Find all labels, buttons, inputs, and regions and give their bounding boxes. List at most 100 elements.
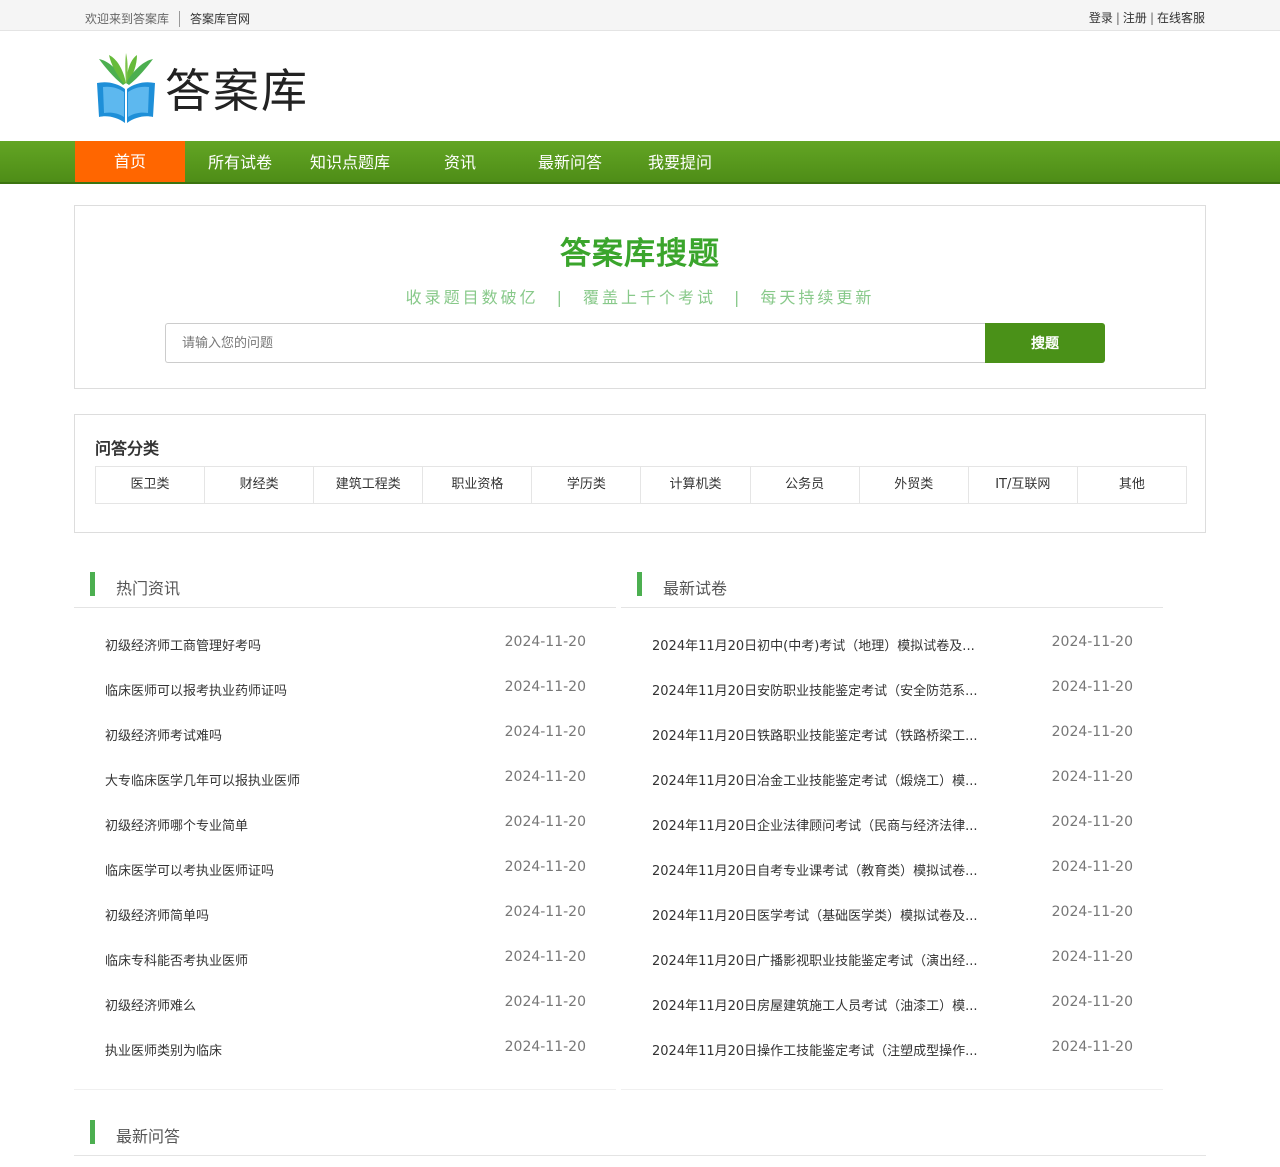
- category-other[interactable]: 其他: [1078, 467, 1186, 503]
- latest-qa-section: 最新问答: [74, 1120, 1206, 1160]
- paper-item[interactable]: 2024年11月20日企业法律顾问考试（民商与经济法律... 2024-11-20: [621, 802, 1163, 847]
- site-logo[interactable]: 答案库: [95, 53, 309, 123]
- item-date: 2024-11-20: [504, 769, 586, 785]
- item-title-link[interactable]: 大专临床医学几年可以报执业医师: [105, 770, 300, 789]
- paper-item[interactable]: 2024年11月20日操作工技能鉴定考试（注塑成型操作... 2024-11-20: [621, 1027, 1163, 1072]
- paper-item[interactable]: 2024年11月20日冶金工业技能鉴定考试（煅烧工）模... 2024-11-20: [621, 757, 1163, 802]
- category-it-internet[interactable]: IT/互联网: [969, 467, 1078, 503]
- item-title-link[interactable]: 临床医师可以报考执业药师证吗: [105, 680, 287, 699]
- search-input[interactable]: [165, 323, 987, 363]
- item-title-link[interactable]: 2024年11月20日操作工技能鉴定考试（注塑成型操作...: [652, 1040, 978, 1059]
- paper-item[interactable]: 2024年11月20日铁路职业技能鉴定考试（铁路桥梁工... 2024-11-20: [621, 712, 1163, 757]
- paper-item[interactable]: 2024年11月20日安防职业技能鉴定考试（安全防范系... 2024-11-20: [621, 667, 1163, 712]
- item-title-link[interactable]: 初级经济师哪个专业简单: [105, 815, 248, 834]
- section-header: 热门资讯: [74, 572, 616, 608]
- item-title-link[interactable]: 2024年11月20日安防职业技能鉴定考试（安全防范系...: [652, 680, 978, 699]
- category-foreign-trade[interactable]: 外贸类: [860, 467, 969, 503]
- item-title-link[interactable]: 初级经济师工商管理好考吗: [105, 635, 261, 654]
- item-date: 2024-11-20: [1051, 1039, 1133, 1055]
- category-finance[interactable]: 财经类: [205, 467, 315, 503]
- news-item[interactable]: 初级经济师工商管理好考吗 2024-11-20: [74, 622, 616, 667]
- item-date: 2024-11-20: [1051, 904, 1133, 920]
- item-date: 2024-11-20: [1051, 859, 1133, 875]
- item-title-link[interactable]: 初级经济师简单吗: [105, 905, 209, 924]
- item-title-link[interactable]: 2024年11月20日广播影视职业技能鉴定考试（演出经...: [652, 950, 978, 969]
- search-feature-2: 覆盖上千个考试: [582, 288, 716, 307]
- search-title: 答案库搜题: [560, 236, 720, 272]
- paper-item[interactable]: 2024年11月20日医学考试（基础医学类）模拟试卷及... 2024-11-20: [621, 892, 1163, 937]
- divider: [179, 10, 181, 27]
- section-title: 热门资讯: [116, 579, 181, 598]
- category-construction[interactable]: 建筑工程类: [314, 467, 424, 503]
- item-title-link[interactable]: 2024年11月20日初中(中考)考试（地理）模拟试卷及...: [652, 635, 975, 654]
- item-date: 2024-11-20: [1051, 634, 1133, 650]
- news-item[interactable]: 临床医师可以报考执业药师证吗 2024-11-20: [74, 667, 616, 712]
- item-title-link[interactable]: 执业医师类别为临床: [105, 1040, 222, 1059]
- item-date: 2024-11-20: [1051, 679, 1133, 695]
- book-logo-icon: [97, 53, 155, 123]
- news-item[interactable]: 大专临床医学几年可以报执业医师 2024-11-20: [74, 757, 616, 802]
- online-support-link[interactable]: 在线客服: [1157, 11, 1205, 25]
- nav-item-ask-question[interactable]: 我要提问: [625, 141, 735, 182]
- search-panel: 答案库搜题 收录题目数破亿 | 覆盖上千个考试 | 每天持续更新 搜题: [74, 205, 1206, 389]
- nav-item-all-papers[interactable]: 所有试卷: [185, 141, 295, 182]
- divider: [621, 1089, 1163, 1090]
- item-date: 2024-11-20: [504, 679, 586, 695]
- category-education[interactable]: 学历类: [532, 467, 642, 503]
- news-item[interactable]: 临床医学可以考执业医师证吗 2024-11-20: [74, 847, 616, 892]
- top-bar-right: 登录 | 注册 | 在线客服: [1089, 9, 1205, 26]
- main-nav: 首页 所有试卷 知识点题库 资讯 最新问答 我要提问: [0, 141, 1280, 184]
- item-date: 2024-11-20: [504, 994, 586, 1010]
- paper-item[interactable]: 2024年11月20日广播影视职业技能鉴定考试（演出经... 2024-11-20: [621, 937, 1163, 982]
- official-site-link[interactable]: 答案库官网: [190, 10, 250, 27]
- hot-news-section: 热门资讯 初级经济师工商管理好考吗 2024-11-20 临床医师可以报考执业药师证…: [74, 572, 616, 1092]
- item-date: 2024-11-20: [504, 1039, 586, 1055]
- item-title-link[interactable]: 临床专科能否考执业医师: [105, 950, 248, 969]
- category-professional[interactable]: 职业资格: [423, 467, 533, 503]
- item-title-link[interactable]: 2024年11月20日自考专业课考试（教育类）模拟试卷...: [652, 860, 978, 879]
- category-computer[interactable]: 计算机类: [641, 467, 751, 503]
- news-item[interactable]: 执业医师类别为临床 2024-11-20: [74, 1027, 616, 1072]
- paper-item[interactable]: 2024年11月20日初中(中考)考试（地理）模拟试卷及... 2024-11-2…: [621, 622, 1163, 667]
- divider: |: [556, 288, 565, 307]
- top-bar: 欢迎来到答案库 答案库官网 登录 | 注册 | 在线客服: [0, 0, 1280, 31]
- item-title-link[interactable]: 初级经济师考试难吗: [105, 725, 222, 744]
- item-title-link[interactable]: 2024年11月20日冶金工业技能鉴定考试（煅烧工）模...: [652, 770, 978, 789]
- item-title-link[interactable]: 2024年11月20日铁路职业技能鉴定考试（铁路桥梁工...: [652, 725, 978, 744]
- section-marker: [637, 572, 642, 596]
- nav-item-home[interactable]: 首页: [75, 141, 185, 182]
- news-item[interactable]: 初级经济师简单吗 2024-11-20: [74, 892, 616, 937]
- welcome-text: 欢迎来到答案库: [85, 12, 170, 26]
- news-item[interactable]: 初级经济师考试难吗 2024-11-20: [74, 712, 616, 757]
- divider: |: [1149, 11, 1154, 25]
- logo-text: 答案库: [165, 64, 309, 118]
- news-item[interactable]: 初级经济师难么 2024-11-20: [74, 982, 616, 1027]
- nav-item-latest-qa[interactable]: 最新问答: [515, 141, 625, 182]
- item-title-link[interactable]: 2024年11月20日房屋建筑施工人员考试（油漆工）模...: [652, 995, 978, 1014]
- divider: |: [1115, 11, 1120, 25]
- nav-item-knowledge-bank[interactable]: 知识点题库: [295, 141, 405, 182]
- item-title-link[interactable]: 初级经济师难么: [105, 995, 196, 1014]
- item-title-link[interactable]: 临床医学可以考执业医师证吗: [105, 860, 274, 879]
- item-date: 2024-11-20: [504, 859, 586, 875]
- news-item[interactable]: 初级经济师哪个专业简单 2024-11-20: [74, 802, 616, 847]
- item-date: 2024-11-20: [504, 814, 586, 830]
- search-button[interactable]: 搜题: [985, 323, 1105, 363]
- login-link[interactable]: 登录: [1089, 11, 1113, 25]
- news-item[interactable]: 临床专科能否考执业医师 2024-11-20: [74, 937, 616, 982]
- paper-item[interactable]: 2024年11月20日房屋建筑施工人员考试（油漆工）模... 2024-11-20: [621, 982, 1163, 1027]
- section-marker: [90, 1120, 95, 1144]
- paper-item[interactable]: 2024年11月20日自考专业课考试（教育类）模拟试卷... 2024-11-20: [621, 847, 1163, 892]
- register-link[interactable]: 注册: [1123, 11, 1147, 25]
- item-date: 2024-11-20: [1051, 949, 1133, 965]
- item-title-link[interactable]: 2024年11月20日企业法律顾问考试（民商与经济法律...: [652, 815, 978, 834]
- nav-item-news[interactable]: 资讯: [405, 141, 515, 182]
- item-date: 2024-11-20: [504, 904, 586, 920]
- category-civil-service[interactable]: 公务员: [751, 467, 860, 503]
- item-date: 2024-11-20: [504, 724, 586, 740]
- section-header: 最新试卷: [621, 572, 1163, 608]
- latest-papers-section: 最新试卷 2024年11月20日初中(中考)考试（地理）模拟试卷及... 2024…: [621, 572, 1163, 1092]
- item-title-link[interactable]: 2024年11月20日医学考试（基础医学类）模拟试卷及...: [652, 905, 978, 924]
- item-date: 2024-11-20: [504, 949, 586, 965]
- category-medical[interactable]: 医卫类: [96, 467, 206, 503]
